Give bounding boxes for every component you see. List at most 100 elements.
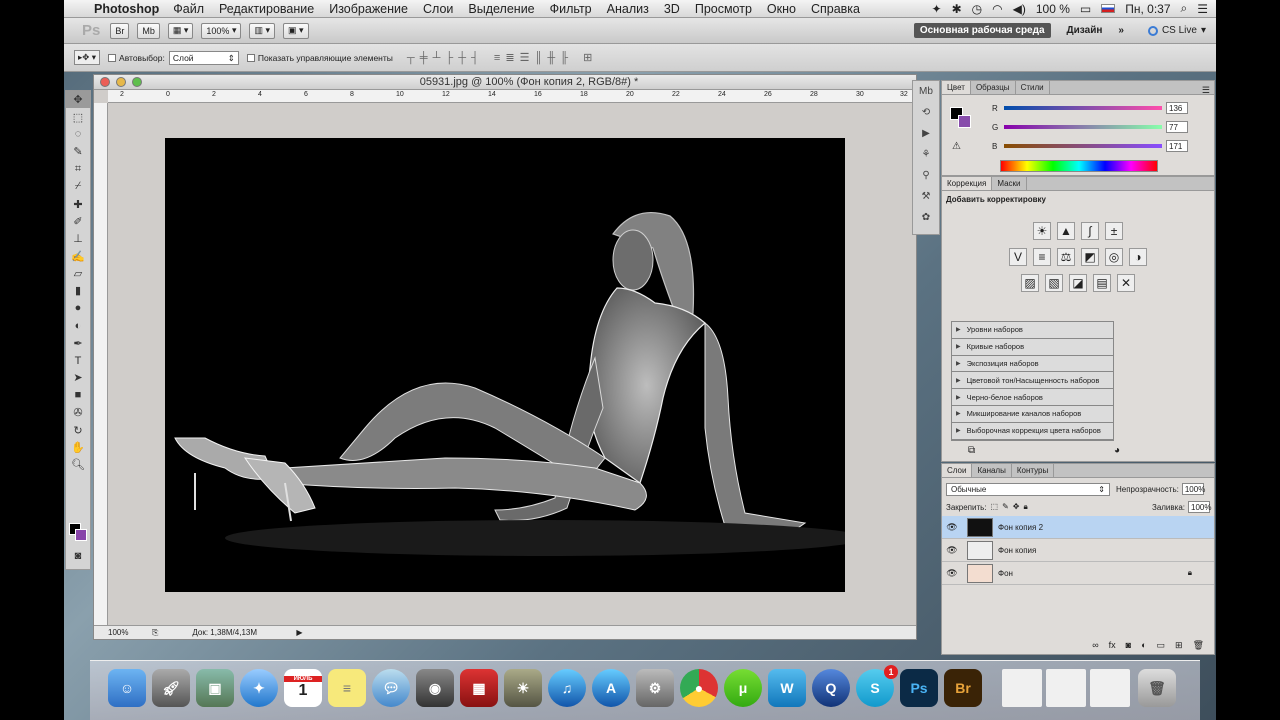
eyedropper-tool-icon[interactable]: ⌿ <box>66 178 90 195</box>
exposure-icon[interactable]: ± <box>1105 222 1123 240</box>
workspace-design-button[interactable]: Дизайн <box>1067 25 1103 36</box>
messages-icon[interactable]: 💬︎ <box>372 669 410 707</box>
layer-style-icon[interactable]: fx <box>1109 640 1116 651</box>
channel-mixer-icon[interactable]: ◑ <box>1129 248 1147 266</box>
horizontal-ruler[interactable]: 2 0 2 4 6 8 10 12 14 16 18 20 22 24 26 2… <box>108 90 916 103</box>
menu-layers[interactable]: Слои <box>423 2 453 16</box>
align-buttons-group[interactable]: ┬ ╪ ┴ ├ ┼ ┤ <box>407 52 480 64</box>
gradient-tool-icon[interactable]: ▮ <box>66 282 90 299</box>
visibility-eye-icon[interactable]: 👁︎ <box>942 545 962 556</box>
visibility-eye-icon[interactable]: 👁︎ <box>942 568 962 579</box>
bridge-button[interactable]: Br <box>110 22 130 39</box>
black-white-icon[interactable]: ◩ <box>1081 248 1099 266</box>
tab-channels[interactable]: Каналы <box>972 464 1012 477</box>
menu-select[interactable]: Выделение <box>468 2 534 16</box>
menu-edit[interactable]: Редактирование <box>219 2 314 16</box>
minibridge-button[interactable]: Mb <box>137 22 160 39</box>
actions-panel-icon[interactable]: ▶ <box>913 123 939 144</box>
new-adjustment-icon[interactable]: ◐ <box>1141 640 1146 651</box>
move-tool-icon[interactable]: ✥ <box>66 91 90 109</box>
calendar-icon[interactable]: ИЮЛЬ 1 <box>284 669 322 707</box>
timemachine-icon[interactable]: ◷ <box>972 2 982 16</box>
slider-r-value[interactable]: 136 <box>1166 102 1188 114</box>
tab-layers[interactable]: Слои <box>942 464 973 477</box>
layer-row[interactable]: 👁︎ Фон копия 2 <box>942 516 1214 539</box>
slider-g-track[interactable] <box>1004 125 1162 129</box>
gradient-map-icon[interactable]: ▤ <box>1093 274 1111 292</box>
hand-tool-icon[interactable]: ✋ <box>66 439 90 456</box>
color-panel-menu-icon[interactable]: ☰ <box>1202 85 1210 96</box>
slider-r[interactable]: R 136 <box>992 102 1188 114</box>
preset-levels[interactable]: Уровни наборов <box>952 322 1113 339</box>
tab-masks[interactable]: Маски <box>992 177 1027 190</box>
brightness-contrast-icon[interactable]: ☀ <box>1033 222 1051 240</box>
clone-stamp-tool-icon[interactable]: ⊥ <box>66 230 90 247</box>
quicktime-icon[interactable]: Q <box>812 669 850 707</box>
tool-preset-picker[interactable]: ▸✥ ▾ <box>74 50 101 65</box>
autoselect-target-select[interactable]: Слой ⇕ <box>168 50 239 65</box>
input-source-flag-icon[interactable] <box>1101 4 1116 13</box>
status-menu-arrow-icon[interactable]: ▶ <box>296 628 302 637</box>
more-workspaces-button[interactable]: » <box>1118 25 1124 36</box>
preview-icon[interactable]: ▣ <box>196 669 234 707</box>
rocket-icon[interactable]: 🚀︎ <box>152 669 190 707</box>
levels-icon[interactable]: ▲ <box>1057 222 1075 240</box>
preset-black-white[interactable]: Черно-белое наборов <box>952 389 1113 406</box>
dropbox-icon[interactable]: ✦ <box>932 2 942 16</box>
sysprefs-icon[interactable]: ⚙ <box>636 669 674 707</box>
photoshop-icon[interactable]: Ps <box>900 669 938 707</box>
app-menu[interactable]: Photoshop <box>94 2 159 16</box>
facetime-icon[interactable]: ◉ <box>416 669 454 707</box>
minimized-window-thumb[interactable] <box>1090 669 1130 707</box>
fill-field[interactable]: 100% <box>1188 501 1211 513</box>
delete-layer-icon[interactable]: 🗑︎ <box>1193 640 1204 651</box>
menu-image[interactable]: Изображение <box>329 2 408 16</box>
preset-exposure[interactable]: Экспозиция наборов <box>952 356 1113 373</box>
history-brush-tool-icon[interactable]: ✍ <box>66 248 90 265</box>
clock[interactable]: Пн, 0:37 <box>1125 2 1170 16</box>
minimized-window-thumb[interactable] <box>1046 669 1086 707</box>
slider-g-value[interactable]: 77 <box>1166 121 1188 133</box>
show-transform-controls-checkbox[interactable] <box>246 53 255 62</box>
curves-icon[interactable]: ∫ <box>1081 222 1099 240</box>
cs-live-button[interactable]: CS Live ▾ <box>1147 25 1206 36</box>
arrange-documents-button[interactable]: ▥ ▾ <box>249 22 275 39</box>
auto-align-button[interactable]: ⊞ <box>583 51 593 64</box>
slider-b[interactable]: B 171 <box>992 140 1188 152</box>
slider-b-track[interactable] <box>1004 144 1162 148</box>
eraser-tool-icon[interactable]: ▱ <box>66 265 90 282</box>
appstore-icon[interactable]: A <box>592 669 630 707</box>
tab-adjustments[interactable]: Коррекция <box>942 177 993 190</box>
wifi-icon[interactable]: ◠ <box>992 2 1002 16</box>
crop-tool-icon[interactable]: ⌗ <box>66 161 90 178</box>
preset-selective-color[interactable]: Выборочная коррекция цвета наборов <box>952 423 1113 440</box>
threshold-icon[interactable]: ◪ <box>1069 274 1087 292</box>
pen-tool-icon[interactable]: ✒ <box>66 334 90 351</box>
menu-3d[interactable]: 3D <box>664 2 680 16</box>
close-window-icon[interactable] <box>100 77 110 87</box>
bridge-icon[interactable]: Br <box>944 669 982 707</box>
tab-paths[interactable]: Контуры <box>1012 464 1055 477</box>
tool-presets-panel-icon[interactable]: ⚒ <box>913 186 939 207</box>
shape-tool-icon[interactable]: ■ <box>66 387 90 404</box>
color-balance-icon[interactable]: ⚖ <box>1057 248 1075 266</box>
view-extras-button[interactable]: ▦ ▾ <box>167 22 194 39</box>
preset-hue-saturation[interactable]: Цветовой тон/Насыщенность наборов <box>952 372 1113 390</box>
skype-icon[interactable]: S 1 <box>856 665 898 707</box>
healing-brush-tool-icon[interactable]: ✚ <box>66 195 90 212</box>
brush-tool-icon[interactable]: ✐ <box>66 213 90 230</box>
finder-icon[interactable]: ☺ <box>108 669 146 707</box>
path-selection-tool-icon[interactable]: ➤ <box>66 369 90 386</box>
volume-icon[interactable]: ◀) <box>1013 2 1026 16</box>
add-mask-icon[interactable]: ◙ <box>1126 640 1131 651</box>
clone-source-panel-icon[interactable]: ⚲ <box>913 165 939 186</box>
tab-color[interactable]: Цвет <box>942 81 971 94</box>
invert-icon[interactable]: ▨ <box>1021 274 1039 292</box>
background-color-swatch[interactable] <box>75 529 87 541</box>
slider-g[interactable]: G 77 <box>992 121 1188 133</box>
itunes-icon[interactable]: ♫ <box>548 669 586 707</box>
vibrance-icon[interactable]: V <box>1009 248 1027 266</box>
preset-channel-mixer[interactable]: Микширование каналов наборов <box>952 406 1113 423</box>
lasso-tool-icon[interactable]: ◌ <box>66 126 90 143</box>
tab-styles[interactable]: Стили <box>1016 81 1050 94</box>
